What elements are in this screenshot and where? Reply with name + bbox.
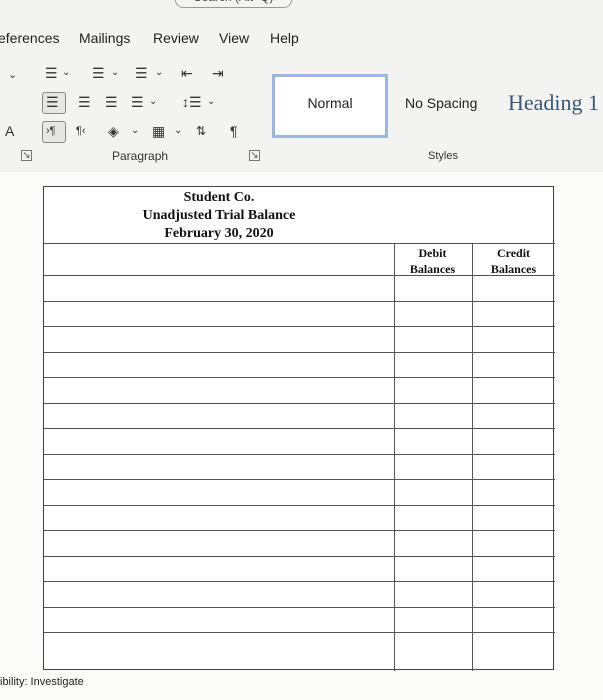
table-row (44, 301, 555, 302)
multilevel-dropdown-icon[interactable]: ⌄ (155, 64, 163, 82)
company-name: Student Co. (183, 190, 255, 205)
style-no-spacing[interactable]: No Spacing (405, 74, 495, 132)
tab-help[interactable]: Help (270, 30, 299, 46)
table-row (44, 454, 555, 455)
table-row (44, 632, 555, 633)
ltr-icon: ›¶ (46, 125, 56, 137)
align-left-button[interactable]: ☰ (42, 92, 66, 114)
style-normal[interactable]: Normal (272, 74, 388, 138)
credit-balances-header: Credit Balances (472, 245, 555, 277)
tab-references[interactable]: eferences (0, 30, 59, 46)
tab-mailings[interactable]: Mailings (79, 30, 130, 46)
credit-header-line1: Credit (496, 246, 531, 260)
font-size-dropdown-icon[interactable]: ⌄ (8, 66, 17, 84)
table-row (44, 428, 555, 429)
show-formatting-icon[interactable]: ¶ (230, 122, 238, 140)
numbering-dropdown-icon[interactable]: ⌄ (111, 64, 119, 82)
align-center-icon[interactable]: ☰ (78, 93, 91, 111)
paragraph-dialog-launcher-icon[interactable]: ↘ (249, 150, 260, 161)
ribbon: Search (Alt+Q) eferences Mailings Review… (0, 0, 603, 173)
align-left-icon: ☰ (46, 94, 59, 110)
table-row (44, 352, 555, 353)
shading-dropdown-icon[interactable]: ⌄ (131, 122, 139, 140)
shading-icon[interactable]: ◈ (108, 122, 119, 140)
table-header: Student Co. Unadjusted Trial Balance Feb… (44, 187, 394, 241)
sort-icon[interactable]: ⇅ (196, 122, 206, 140)
increase-indent-icon[interactable]: ⇥ (212, 64, 224, 82)
report-date: February 30, 2020 (164, 226, 274, 241)
style-heading-1[interactable]: Heading 1 (508, 74, 603, 132)
table-row (44, 530, 555, 531)
borders-dropdown-icon[interactable]: ⌄ (174, 122, 182, 140)
paragraph-group-label: Paragraph (112, 149, 169, 163)
justify-icon[interactable]: ☰ (131, 93, 144, 111)
table-row (44, 607, 555, 608)
table-row (44, 326, 555, 327)
align-right-icon[interactable]: ☰ (105, 93, 118, 111)
numbering-icon[interactable]: ☰ (92, 64, 105, 82)
debit-balances-header: Debit Balances (394, 245, 471, 277)
tab-view[interactable]: View (219, 30, 249, 46)
multilevel-list-icon[interactable]: ☰ (135, 64, 148, 82)
font-dialog-launcher-icon[interactable]: ↘ (21, 150, 32, 161)
table-row (44, 505, 555, 506)
font-grow-icon[interactable]: A (5, 122, 14, 140)
table-row (44, 377, 555, 378)
table-row (44, 479, 555, 480)
table-row (44, 403, 555, 404)
decrease-indent-icon[interactable]: ⇤ (181, 64, 193, 82)
bullets-dropdown-icon[interactable]: ⌄ (62, 64, 70, 82)
ltr-button[interactable]: ›¶ (42, 121, 66, 143)
table-row (44, 581, 555, 582)
header-divider (44, 243, 555, 244)
debit-header-line1: Debit (418, 246, 447, 260)
table-row (44, 275, 555, 276)
table-row (44, 556, 555, 557)
rtl-icon[interactable]: ¶‹ (76, 122, 86, 140)
line-spacing-icon[interactable]: ↕☰ (182, 93, 202, 111)
tab-review[interactable]: Review (153, 30, 199, 46)
search-box[interactable]: Search (Alt+Q) (175, 0, 292, 8)
bullets-icon[interactable]: ☰ (45, 64, 58, 82)
line-spacing-dropdown-icon[interactable]: ⌄ (207, 93, 215, 111)
trial-balance-table[interactable]: Student Co. Unadjusted Trial Balance Feb… (43, 186, 555, 671)
accessibility-status[interactable]: ibility: Investigate (0, 676, 84, 688)
borders-icon[interactable]: ▦ (152, 122, 165, 140)
justify-dropdown-icon[interactable]: ⌄ (149, 93, 157, 111)
styles-group-label: Styles (428, 150, 458, 162)
report-title: Unadjusted Trial Balance (142, 208, 296, 223)
